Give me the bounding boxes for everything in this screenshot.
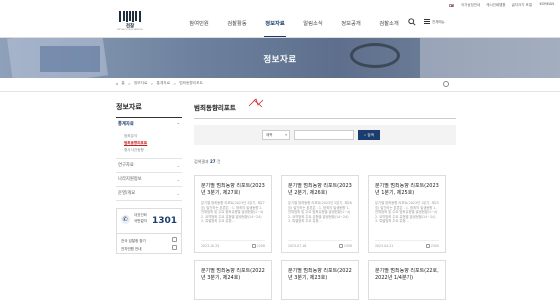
building-icon: [172, 237, 177, 242]
report-card[interactable]: 분기별 범죄동향 리포트(2022년 3분기, 제23호): [281, 260, 359, 300]
language-select[interactable]: KOREAN: [539, 2, 554, 6]
sidebar-sub-crime-trend-report[interactable]: 범죄동향리포트: [124, 140, 182, 147]
main-nav: 참여민원 검찰활동 정보자료 알림소식 정보공개 검찰소개: [180, 19, 408, 37]
document-icon: [172, 245, 177, 250]
logo-subtext: PROSECUTION SERVICE: [117, 28, 143, 31]
card-title: 분기별 범죄동향 리포트(2023년 3분기, 제27호): [201, 183, 265, 196]
search-panel: 제목 ⌕ 검색: [194, 125, 456, 145]
card-title: 분기별 범죄동향 리포트(2022년 3분기, 제23호): [288, 268, 352, 281]
call-label: 대표전화: [134, 213, 147, 217]
page-title: 범죄동향리포트: [194, 102, 456, 119]
sidebar-item-research[interactable]: 연구자료 ⌄: [116, 159, 182, 173]
breadcrumb-current: 범죄동향리포트: [179, 81, 203, 85]
share-icon[interactable]: [443, 81, 449, 87]
nav-item-information[interactable]: 정보자료: [256, 19, 294, 37]
call-number: 1301: [152, 216, 178, 226]
report-card[interactable]: 분기별 범죄동향 리포트(2023년 2분기, 제26호) 분기별 범죄동향 리…: [281, 175, 359, 253]
national-symbol-link[interactable]: 국가상징안내: [461, 3, 480, 8]
menu-button[interactable]: [423, 18, 431, 26]
call-sublabel: 국번없이: [134, 219, 147, 223]
sidebar-item-statistics[interactable]: 통계자료 ⌃: [116, 118, 182, 132]
logo[interactable]: 검찰 PROSECUTION SERVICE: [116, 10, 144, 36]
handwritten-mark-icon: [246, 98, 264, 109]
report-card-grid: 분기별 범죄동향 리포트(2023년 3분기, 제27호) 분기별 범죄동향 리…: [194, 175, 456, 300]
e-petition-link[interactable]: 전자민원 안내: [121, 245, 177, 253]
nav-item-activities[interactable]: 검찰활동: [218, 19, 256, 37]
chevron-up-icon: ⌃: [176, 122, 180, 127]
breadcrumb: ⌂ 홈 > 정보자료 > 통계자료 > 범죄동향리포트: [116, 81, 203, 86]
card-title: 분기별 범죄동향 리포트(2023년 2분기, 제26호): [288, 183, 352, 196]
report-card[interactable]: 분기별 범죄동향 리포트(2022년 3분기, 제24호): [194, 260, 272, 300]
print-link[interactable]: 캐시인쇄맵환: [486, 3, 505, 8]
search-icon: [408, 18, 416, 26]
card-date: 2023.10.25: [201, 244, 220, 248]
chevron-down-icon: ⌄: [176, 177, 180, 182]
nav-item-participation[interactable]: 참여민원: [180, 19, 218, 37]
page-banner: 정보자료: [0, 38, 560, 78]
nav-item-disclosure[interactable]: 정보공개: [332, 19, 370, 37]
sidebar-item-operation[interactable]: 운영/개요 ⌄: [116, 187, 182, 201]
sidebar-sub-criminal-case-trend[interactable]: 형사사건동향: [124, 147, 182, 154]
chevron-down-icon: ⌄: [176, 163, 180, 168]
sidebar-item-support[interactable]: 나라지원정보 ⌄: [116, 173, 182, 187]
home-icon[interactable]: ⌂: [116, 82, 118, 86]
card-views: 1956: [343, 244, 352, 248]
search-button[interactable]: [408, 18, 416, 26]
card-views: 2300: [430, 244, 439, 248]
chevron-down-icon: ⌄: [176, 191, 180, 196]
search-icon: ⌕: [364, 133, 367, 137]
quick-links-box: 전국 검찰청 찾기 전자민원 안내: [116, 234, 182, 254]
card-views: 1256: [256, 244, 265, 248]
card-title: 분기별 범죄동향 리포트(2022년 3분기, 제24호): [201, 268, 265, 281]
report-card[interactable]: 분기별 범죄동향 리포트(2023년 1분기, 제25호) 분기별 범죄동향 리…: [368, 175, 446, 253]
card-title: 분기별 범죄동향 리포트(22호, 2022년 1/4분기): [375, 268, 439, 281]
attachment-icon: [426, 244, 430, 248]
result-count: 검색결과 27 건: [194, 159, 221, 164]
sitemap-label[interactable]: 전체메뉴: [432, 20, 445, 25]
sidebar: 정보자료 통계자료 ⌃ 범죄분석 범죄동향리포트 형사사건동향 연구자료 ⌄ 나…: [116, 102, 182, 254]
card-date: 2023.04.21: [375, 244, 394, 248]
search-submit-button[interactable]: ⌕ 검색: [358, 130, 380, 140]
sidebar-title: 정보자료: [116, 102, 182, 118]
breadcrumb-statistics[interactable]: 통계자료: [157, 81, 171, 86]
main-content: 범죄동향리포트 제목 ⌕ 검색 검색결과 27 건 분기별 범죄동향 리포트(2…: [194, 98, 456, 300]
nav-item-news[interactable]: 알림소식: [294, 19, 332, 37]
search-field-select[interactable]: 제목: [262, 130, 290, 140]
banner-title: 정보자료: [263, 55, 297, 65]
logo-mark-icon: [116, 11, 144, 22]
nav-item-about[interactable]: 검찰소개: [370, 19, 408, 37]
sidebar-sublist: 범죄분석 범죄동향리포트 형사사건동향: [116, 132, 182, 159]
breadcrumb-information[interactable]: 정보자료: [134, 81, 148, 86]
find-office-link[interactable]: 전국 검찰청 찾기: [121, 237, 177, 245]
header: 검찰 PROSECUTION SERVICE 참여민원 검찰활동 정보자료 알림…: [0, 10, 560, 38]
utility-bar: 국가상징안내 캐시인쇄맵환 글자크기 조절 KOREAN: [0, 0, 560, 10]
report-card[interactable]: 분기별 범죄동향 리포트(2023년 3분기, 제27호) 분기별 범죄동향 리…: [194, 175, 272, 253]
card-title: 분기별 범죄동향 리포트(2023년 1분기, 제25호): [375, 183, 439, 196]
card-description: 분기별 범죄동향 리포트(2023년 1분기, 제25호) 발간하는 본론은 :…: [375, 201, 439, 224]
card-description: 분기별 범죄동향 리포트(2023년 3분기, 제27호) 발간하는 본론은 :…: [201, 201, 265, 224]
font-size-link[interactable]: 글자크기 조절: [512, 3, 532, 8]
phone-icon: [121, 215, 130, 224]
sidebar-sub-crime-analysis[interactable]: 범죄분석: [124, 133, 182, 140]
search-input[interactable]: [294, 130, 354, 140]
attachment-icon: [339, 244, 343, 248]
report-card[interactable]: 분기별 범죄동향 리포트(22호, 2022년 1/4분기): [368, 260, 446, 300]
flag-icon: [448, 3, 454, 8]
call-center-box: 대표전화 국번없이 1301: [116, 208, 182, 234]
breadcrumb-home[interactable]: 홈: [121, 81, 124, 86]
card-description: 분기별 범죄동향 리포트(2023년 2분기, 제26호) 발간하는 본론은 :…: [288, 201, 352, 224]
card-date: 2023.07.18: [288, 244, 307, 248]
attachment-icon: [252, 244, 256, 248]
